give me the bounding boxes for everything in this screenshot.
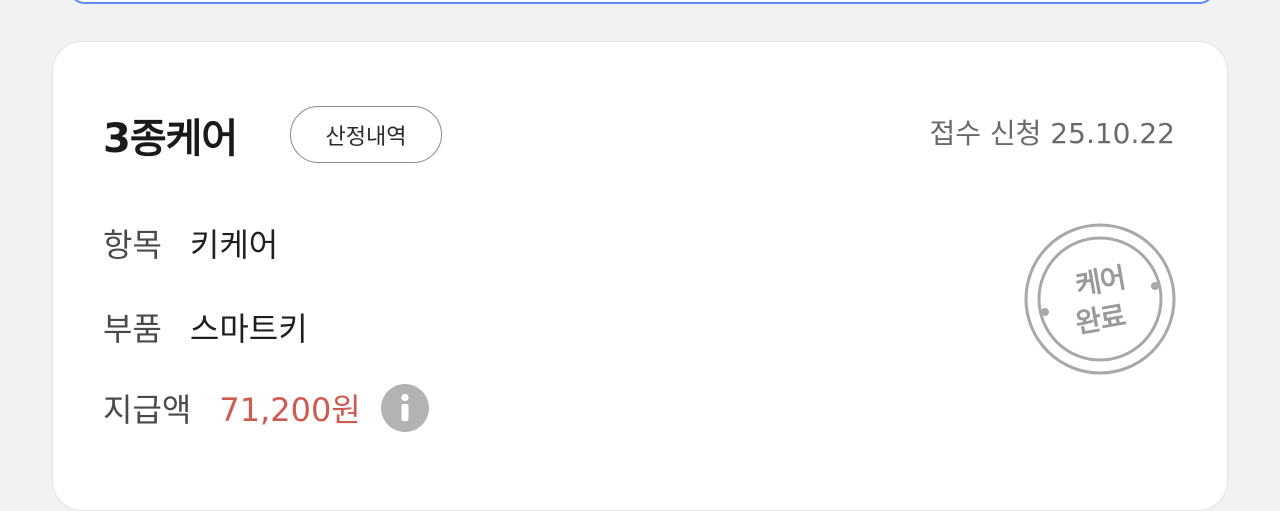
top-search-bar[interactable] <box>68 0 1216 4</box>
info-icon[interactable] <box>380 384 429 432</box>
item-row: 항목 키케어 <box>103 220 278 266</box>
payment-amount: 71,200원 <box>219 391 361 429</box>
care-complete-stamp: 케어 완료 <box>1023 222 1177 376</box>
part-row: 부품 스마트키 <box>103 304 308 350</box>
item-label: 항목 <box>103 226 162 264</box>
part-label: 부품 <box>103 310 162 348</box>
payment-row: 지급액 71,200원 <box>103 384 429 432</box>
card-title: 3종케어 <box>103 116 238 162</box>
part-value: 스마트키 <box>189 310 308 348</box>
care-card: 3종케어 산정내역 접수 신청 25.10.22 항목 키케어 부품 스마트키 … <box>52 41 1228 511</box>
payment-label: 지급액 <box>103 391 192 429</box>
calculation-details-button[interactable]: 산정내역 <box>290 106 442 163</box>
item-value: 키케어 <box>189 226 279 264</box>
application-date: 접수 신청 25.10.22 <box>929 117 1175 150</box>
